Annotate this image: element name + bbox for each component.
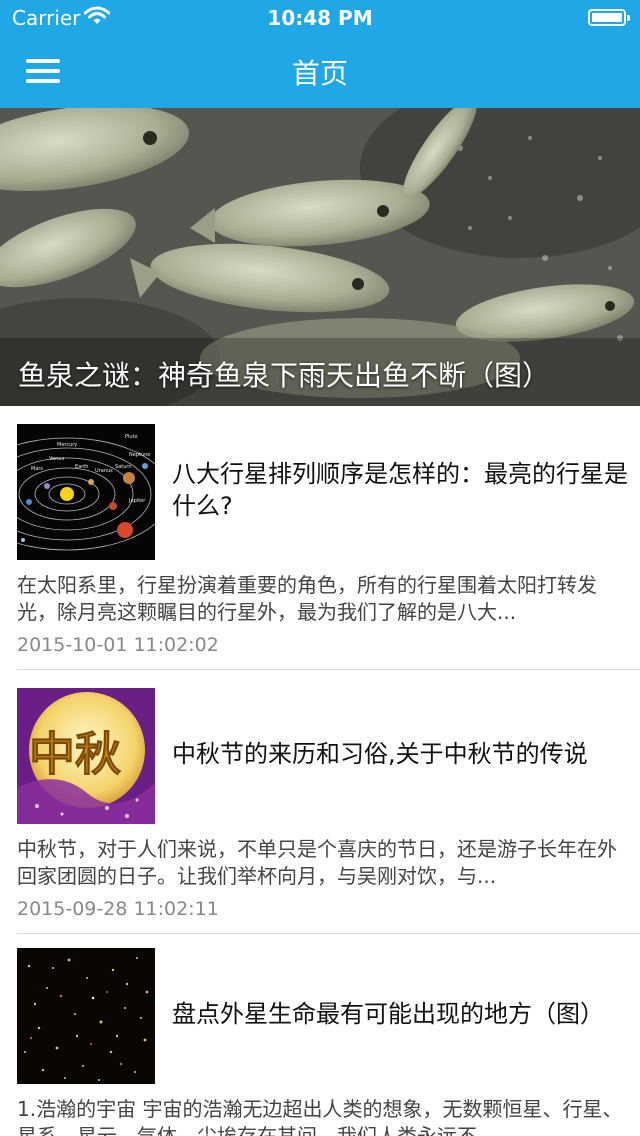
featured-article-banner[interactable]: 鱼泉之谜：神奇鱼泉下雨天出鱼不断（图）	[0, 108, 640, 406]
article-list-item[interactable]: 中秋 中秋节的来历和习俗,关于中秋节的传说 中秋节，对于人们来说，不单只是个喜庆…	[0, 670, 640, 934]
thumb-label: Pluto	[125, 434, 138, 440]
thumb-label: Jupiter	[128, 498, 146, 504]
navigation-bar: Carrier 10:48 PM 首页	[0, 0, 640, 108]
status-bar: Carrier 10:48 PM	[0, 0, 640, 36]
article-summary: 中秋节，对于人们来说，不单只是个喜庆的节日，还是游子长年在外回家团圆的日子。让我…	[17, 837, 617, 888]
featured-article-title: 鱼泉之谜：神奇鱼泉下雨天出鱼不断（图）	[18, 359, 551, 392]
solar-system-thumbnail: Mercury Pluto Venus Neptune Mars Earth S…	[17, 424, 155, 560]
thumb-label: Mars	[31, 466, 43, 472]
star-field-thumbnail	[17, 948, 155, 1084]
article-summary: 1.浩瀚的宇宙 宇宙的浩瀚无边超出人类的想象，无数颗恒星、行星、星系、星云、气体…	[17, 1097, 623, 1136]
article-date: 2015-09-28 11:02:11	[17, 898, 219, 920]
article-summary: 在太阳系里，行星扮演着重要的角色，所有的行星围着太阳打转发光，除月亮这颗瞩目的行…	[17, 573, 597, 624]
mid-autumn-thumbnail: 中秋	[17, 688, 155, 824]
page-title: 首页	[291, 57, 348, 90]
thumb-label: Mercury	[57, 442, 77, 448]
article-list-item[interactable]: Mercury Pluto Venus Neptune Mars Earth S…	[0, 406, 640, 670]
clock: 10:48 PM	[267, 6, 373, 30]
thumb-label: Uranus	[95, 468, 113, 474]
article-title: 盘点外星生命最有可能出现的地方（图）	[172, 1000, 604, 1028]
article-date: 2015-10-01 11:02:02	[17, 634, 219, 656]
thumb-label: Neptune	[129, 452, 150, 458]
thumb-label: 中秋	[29, 727, 121, 781]
article-title: 中秋节的来历和习俗,关于中秋节的传说	[172, 740, 588, 768]
thumb-label: Saturn	[115, 464, 132, 470]
thumb-label: Earth	[75, 464, 88, 470]
article-title: 八大行星排列顺序是怎样的：最亮的行星是什么?	[172, 460, 628, 520]
battery-icon	[588, 9, 630, 26]
thumb-label: Venus	[49, 456, 64, 462]
article-list-item[interactable]: 盘点外星生命最有可能出现的地方（图） 1.浩瀚的宇宙 宇宙的浩瀚无边超出人类的想…	[0, 934, 640, 1136]
